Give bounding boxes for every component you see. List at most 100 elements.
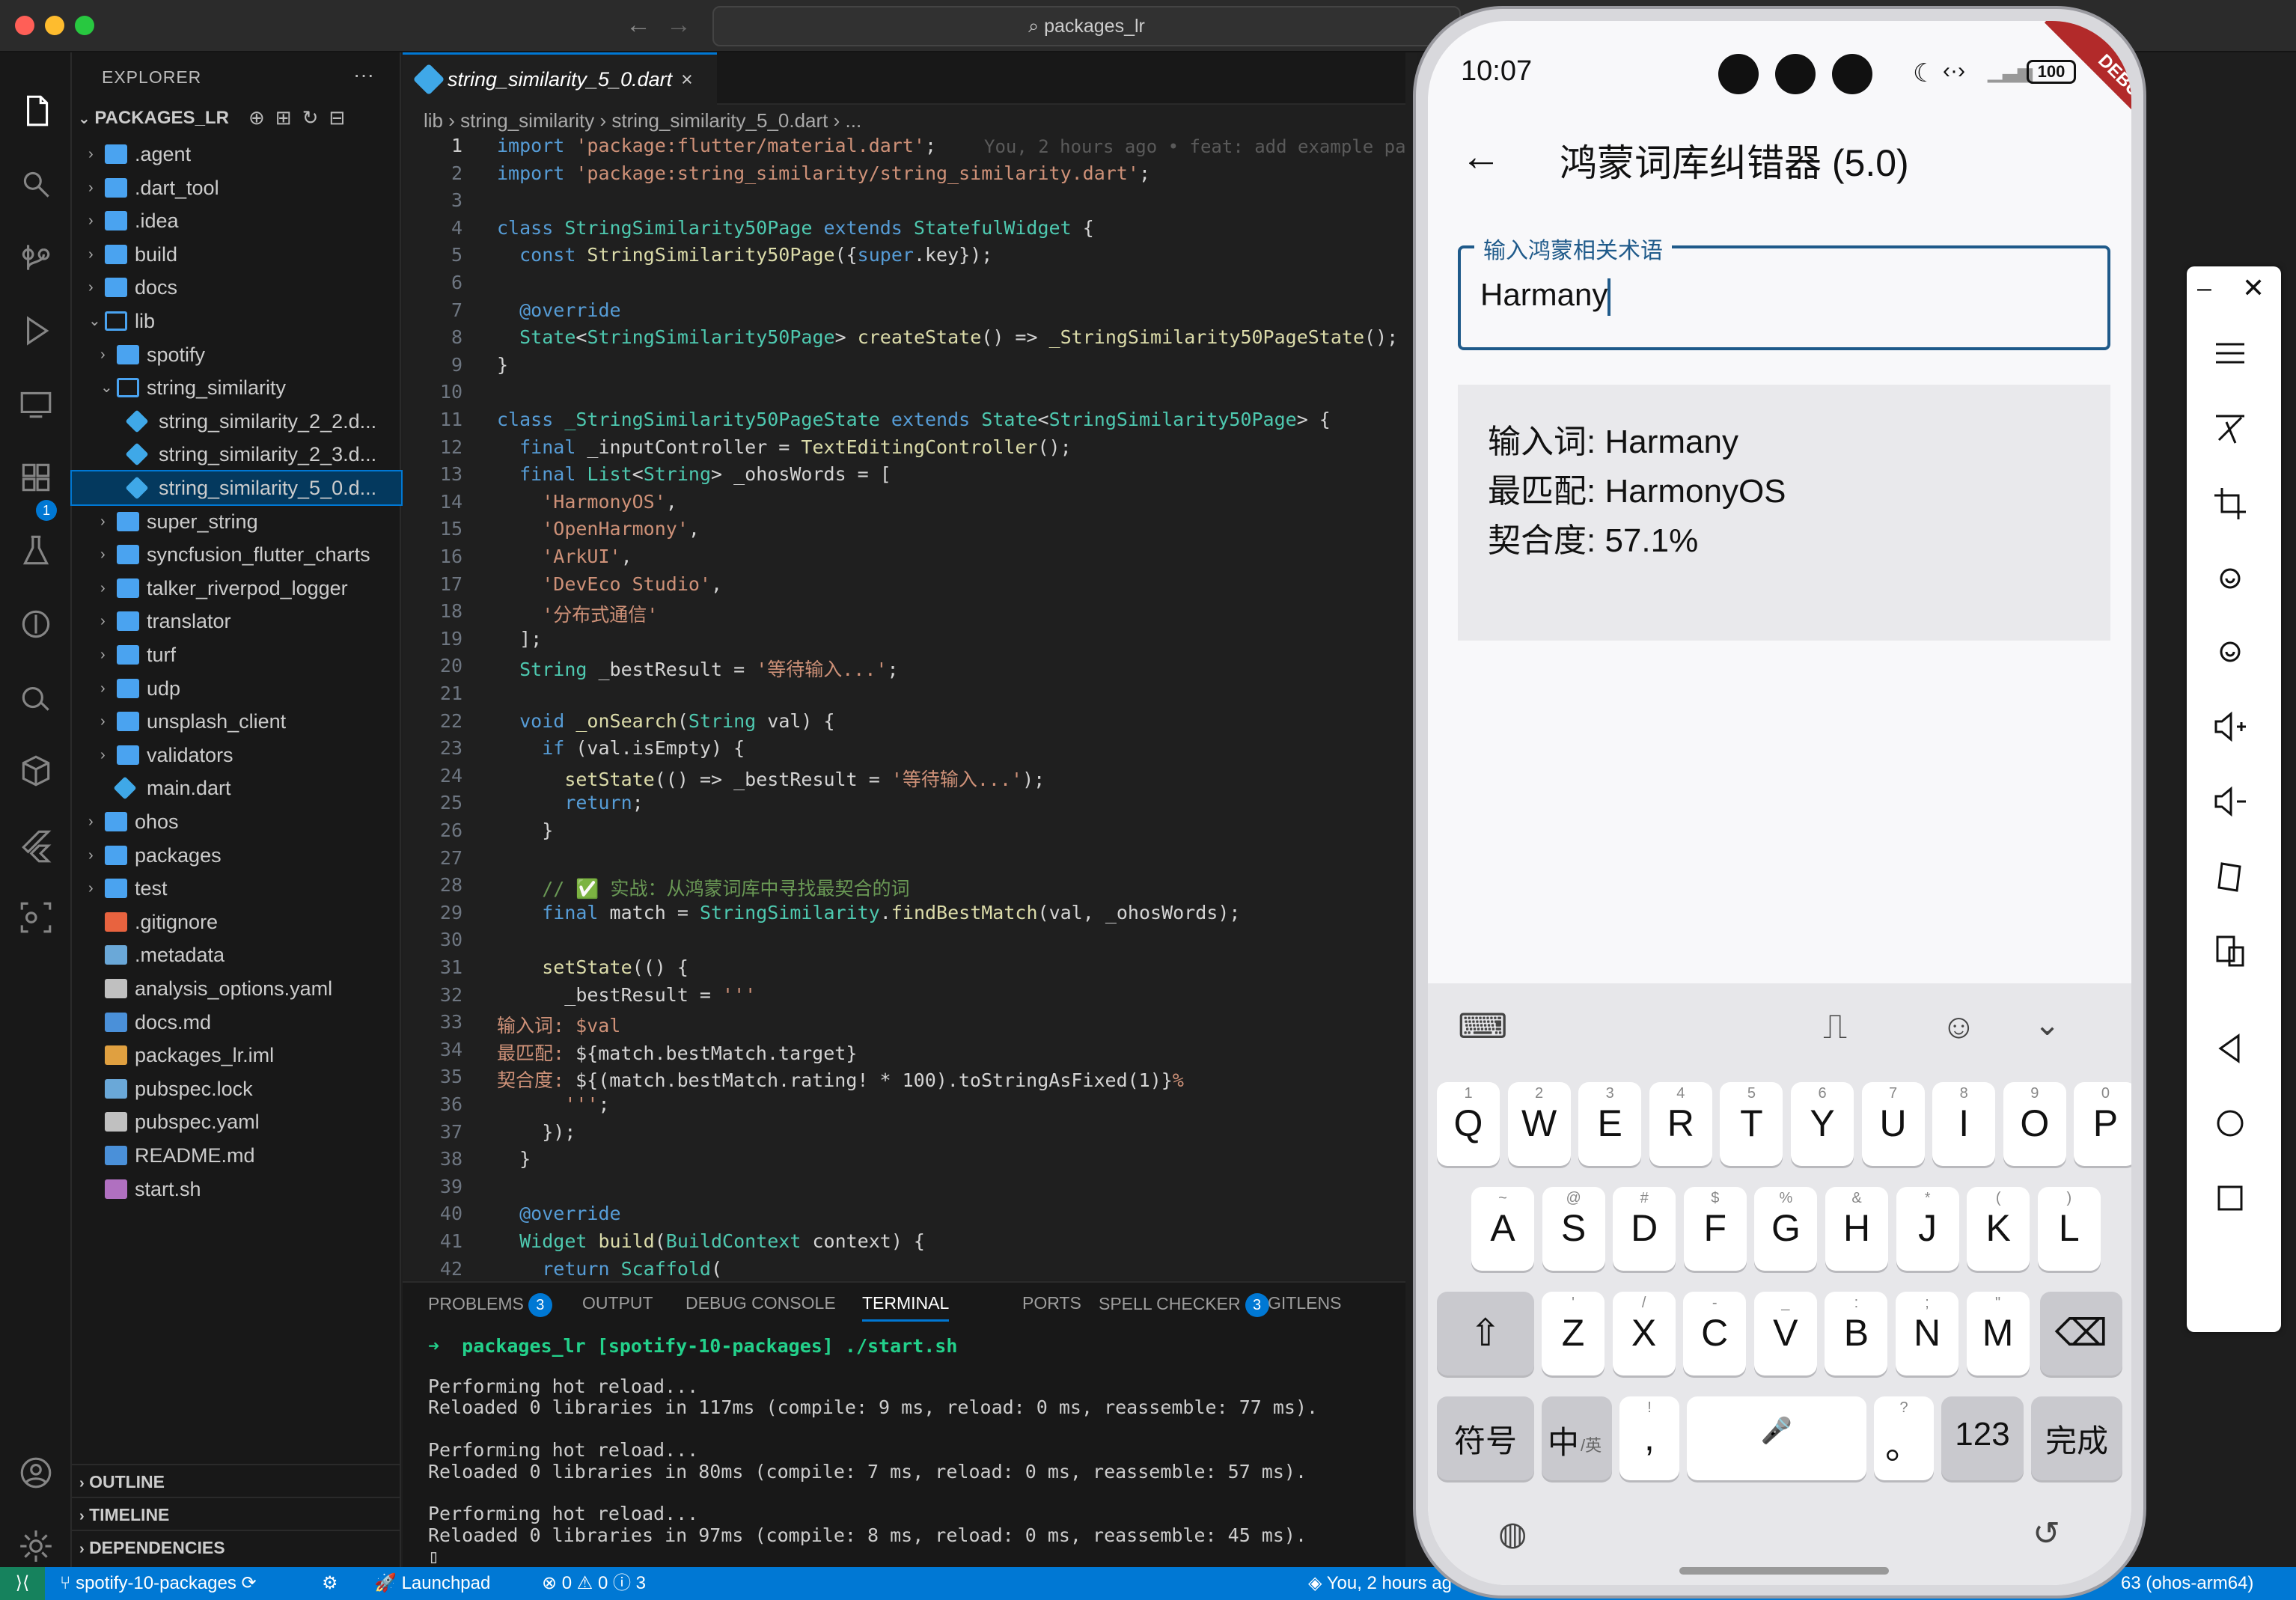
tree-file[interactable]: docs.md: [72, 1006, 401, 1039]
code-line[interactable]: }: [497, 354, 508, 376]
dependencies-section[interactable]: › DEPENDENCIES: [72, 1530, 401, 1563]
breadcrumb-lib[interactable]: lib: [424, 109, 443, 132]
maximize-window-button[interactable]: [75, 16, 94, 35]
key-g[interactable]: % G: [1754, 1187, 1818, 1271]
code-line[interactable]: 契合度: ${(match.bestMatch.rating! * 100).t…: [497, 1066, 1184, 1093]
back-arrow-icon[interactable]: ←: [626, 10, 651, 40]
backspace-key[interactable]: ⌫: [2040, 1292, 2122, 1375]
key-e[interactable]: 3E: [1578, 1082, 1642, 1166]
tab-string-similarity-5-0[interactable]: string_similarity_5_0.dart ×: [403, 52, 717, 105]
panel-tab-spell-checker[interactable]: SPELL CHECKER 3: [1099, 1293, 1269, 1317]
code-line[interactable]: String _bestResult = '等待输入...';: [497, 655, 898, 682]
key-f[interactable]: $ F: [1683, 1187, 1747, 1271]
code-line[interactable]: void _onSearch(String val) {: [497, 710, 834, 732]
tree-folder[interactable]: › .dart_tool: [72, 171, 401, 204]
code-line[interactable]: State<StringSimilarity50Page> createStat…: [497, 326, 1398, 348]
key-i[interactable]: 8I: [1932, 1082, 1996, 1166]
code-line[interactable]: 'HarmonyOS',: [497, 491, 677, 513]
globe-icon[interactable]: ◍: [1498, 1515, 1527, 1553]
tree-file[interactable]: string_similarity_2_3.d...: [72, 438, 401, 471]
home-indicator[interactable]: [1679, 1567, 1889, 1575]
code-line[interactable]: // ✅ 实战：从鸿蒙词库中寻找最契合的词: [497, 874, 909, 901]
panel-tab-gitlens[interactable]: GITLENS: [1268, 1293, 1341, 1313]
code-line[interactable]: 最匹配: ${match.bestMatch.target}: [497, 1039, 857, 1066]
code-line[interactable]: if (val.isEmpty) {: [497, 737, 745, 759]
symbols-key[interactable]: 符号: [1437, 1396, 1534, 1480]
key-k[interactable]: (K: [1967, 1187, 2030, 1271]
tree-file[interactable]: README.md: [72, 1139, 401, 1172]
numbers-key[interactable]: 123: [1941, 1396, 2024, 1480]
settings-icon[interactable]: [13, 1524, 58, 1569]
key-t[interactable]: 5T: [1720, 1082, 1783, 1166]
extensions-icon[interactable]: [13, 455, 58, 500]
key-q[interactable]: 1Q: [1437, 1082, 1500, 1166]
flutter-icon[interactable]: [13, 823, 58, 868]
multi-screen-icon[interactable]: [2211, 932, 2256, 977]
key-n[interactable]: ; N: [1896, 1292, 1958, 1375]
tree-folder[interactable]: › packages: [72, 839, 401, 872]
search-icon[interactable]: [13, 162, 58, 207]
key-h[interactable]: & H: [1825, 1187, 1888, 1271]
key-r[interactable]: 4R: [1649, 1082, 1712, 1166]
tree-file[interactable]: main.dart: [72, 772, 401, 804]
account-icon[interactable]: [13, 1450, 58, 1495]
key-u[interactable]: 7U: [1861, 1082, 1925, 1166]
tree-folder[interactable]: ⌄ string_similarity: [72, 371, 401, 404]
code-line[interactable]: '分布式通信': [497, 600, 658, 627]
run-debug-icon[interactable]: [13, 308, 58, 353]
code-line[interactable]: const StringSimilarity50Page({super.key}…: [497, 244, 992, 266]
language-toggle-key[interactable]: 中/英: [1542, 1396, 1612, 1480]
sync-icon[interactable]: ⚙: [322, 1567, 338, 1600]
key-b[interactable]: :B: [1825, 1292, 1888, 1375]
code-line[interactable]: ];: [497, 628, 542, 650]
tree-folder[interactable]: › build: [72, 238, 401, 271]
breadcrumb-file[interactable]: string_similarity_5_0.dart: [611, 109, 828, 132]
space-key[interactable]: 🎤: [1687, 1396, 1866, 1480]
breadcrumb-more[interactable]: ...: [846, 109, 862, 132]
key-s[interactable]: @ S: [1542, 1187, 1605, 1271]
rotate-left-icon[interactable]: [2211, 560, 2256, 605]
minimize-emulator-icon[interactable]: –: [2197, 274, 2211, 303]
key-m[interactable]: " M: [1966, 1292, 2030, 1375]
code-line[interactable]: @override: [497, 299, 620, 321]
code-line[interactable]: }: [497, 819, 553, 841]
panel-tab-ports[interactable]: PORTS: [1022, 1293, 1081, 1313]
source-control-icon[interactable]: [13, 235, 58, 280]
comma-key[interactable]: !,: [1619, 1396, 1679, 1480]
home-circle-icon[interactable]: [2211, 1105, 2256, 1149]
key-o[interactable]: 9O: [2003, 1082, 2066, 1166]
tree-file[interactable]: string_similarity_5_0.d...: [70, 470, 403, 506]
tree-folder[interactable]: › ohos: [72, 805, 401, 838]
docker-icon[interactable]: [13, 675, 58, 720]
code-line[interactable]: 'DevEco Studio',: [497, 573, 722, 595]
tree-file[interactable]: start.sh: [72, 1173, 401, 1206]
tree-folder[interactable]: › super_string: [72, 505, 401, 538]
tree-folder[interactable]: › .agent: [72, 138, 401, 171]
timeline-section[interactable]: › TIMELINE: [72, 1497, 401, 1530]
tree-folder[interactable]: › talker_riverpod_logger: [72, 572, 401, 605]
code-line[interactable]: import 'package:flutter/material.dart';: [497, 135, 947, 156]
testing-icon[interactable]: [13, 528, 58, 573]
refresh-icon[interactable]: ↻: [302, 106, 329, 129]
crop-icon[interactable]: [2211, 485, 2256, 530]
code-line[interactable]: return;: [497, 792, 643, 813]
tree-folder[interactable]: › unsplash_client: [72, 705, 401, 738]
tree-file[interactable]: pubspec.lock: [72, 1072, 401, 1105]
code-line[interactable]: 'OpenHarmony',: [497, 518, 700, 540]
menu-icon[interactable]: [2211, 335, 2256, 380]
breadcrumb-folder[interactable]: string_similarity: [460, 109, 594, 132]
key-z[interactable]: ' Z: [1542, 1292, 1605, 1375]
keyboard-icon[interactable]: ⌨: [1458, 1006, 1507, 1046]
key-d[interactable]: # D: [1613, 1187, 1676, 1271]
new-file-icon[interactable]: ⊕: [248, 106, 275, 129]
close-tab-icon[interactable]: ×: [681, 55, 693, 104]
code-line[interactable]: setState(() => _bestResult = '等待输入...');: [497, 765, 1045, 792]
volume-down-icon[interactable]: [2211, 783, 2256, 828]
code-line[interactable]: final match = StringSimilarity.findBestM…: [497, 902, 1240, 923]
key-x[interactable]: / X: [1612, 1292, 1676, 1375]
minimize-window-button[interactable]: [45, 16, 64, 35]
tree-folder[interactable]: › test: [72, 872, 401, 905]
tree-folder[interactable]: › syncfusion_flutter_charts: [72, 538, 401, 571]
key-v[interactable]: _ V: [1753, 1292, 1817, 1375]
new-folder-icon[interactable]: ⊞: [275, 106, 302, 129]
